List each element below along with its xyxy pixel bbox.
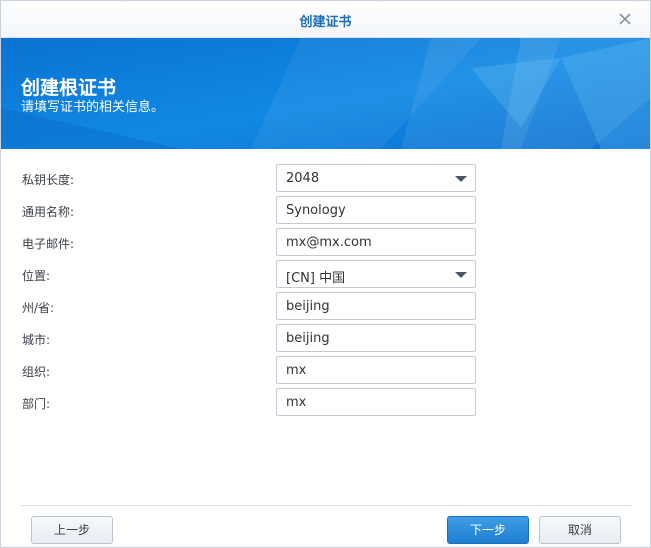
chevron-down-icon[interactable] bbox=[455, 272, 467, 278]
department-input[interactable]: mx bbox=[276, 388, 476, 416]
key-length-select[interactable]: 2048 bbox=[276, 164, 476, 192]
department-value: mx bbox=[286, 395, 307, 410]
footer-divider bbox=[20, 505, 631, 506]
location-select[interactable]: [CN] 中国 bbox=[276, 260, 476, 288]
state-value: beijing bbox=[286, 299, 330, 314]
form-row-organization: 组织: mx bbox=[1, 356, 650, 384]
form-row-city: 城市: beijing bbox=[1, 324, 650, 352]
state-input[interactable]: beijing bbox=[276, 292, 476, 320]
common-name-label: 通用名称: bbox=[22, 205, 75, 219]
title-bar: 创建证书 bbox=[1, 1, 650, 38]
location-label: 位置: bbox=[22, 269, 51, 283]
form-row-department: 部门: mx bbox=[1, 388, 650, 416]
common-name-value: Synology bbox=[286, 203, 346, 218]
window-title: 创建证书 bbox=[299, 15, 352, 30]
email-value: mx@mx.com bbox=[286, 235, 372, 250]
banner-subheading: 请填写证书的相关信息。 bbox=[21, 100, 165, 115]
key-length-label: 私钥长度: bbox=[22, 173, 75, 187]
email-field[interactable]: mx@mx.com bbox=[276, 228, 476, 256]
city-value: beijing bbox=[286, 331, 330, 346]
close-icon[interactable] bbox=[616, 10, 634, 28]
department-label: 部门: bbox=[22, 397, 51, 411]
cancel-button[interactable]: 取消 bbox=[539, 516, 621, 544]
previous-button[interactable]: 上一步 bbox=[31, 516, 113, 544]
organization-label: 组织: bbox=[22, 365, 51, 379]
next-button[interactable]: 下一步 bbox=[447, 516, 529, 544]
city-label: 城市: bbox=[22, 333, 51, 347]
key-length-value: 2048 bbox=[286, 171, 320, 186]
create-certificate-dialog: 创建证书 创建根证书 请填写证书的相关信息。 私钥长度: 2048 通用名称: … bbox=[0, 0, 651, 548]
form-row-location: 位置: [CN] 中国 bbox=[1, 260, 650, 288]
common-name-input[interactable]: Synology bbox=[276, 196, 476, 224]
organization-value: mx bbox=[286, 363, 307, 378]
location-value: [CN] 中国 bbox=[286, 271, 346, 286]
header-banner: 创建根证书 请填写证书的相关信息。 bbox=[1, 38, 650, 149]
email-label: 电子邮件: bbox=[22, 237, 75, 251]
form-row-state: 州/省: beijing bbox=[1, 292, 650, 320]
form-row-common-name: 通用名称: Synology bbox=[1, 196, 650, 224]
chevron-down-icon[interactable] bbox=[455, 176, 467, 182]
state-label: 州/省: bbox=[22, 301, 55, 315]
form-row-key-length: 私钥长度: 2048 bbox=[1, 164, 650, 192]
form-row-email: 电子邮件: mx@mx.com bbox=[1, 228, 650, 256]
organization-input[interactable]: mx bbox=[276, 356, 476, 384]
city-input[interactable]: beijing bbox=[276, 324, 476, 352]
